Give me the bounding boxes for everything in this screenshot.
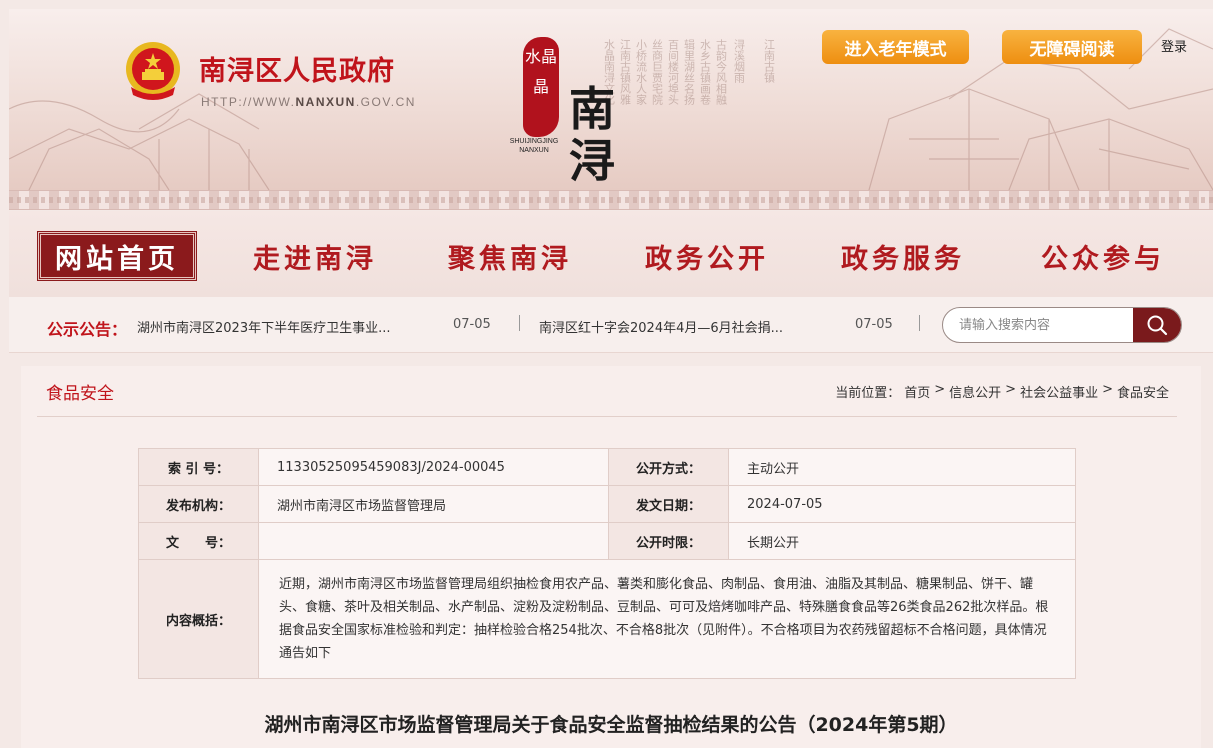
svg-text:辑里湖丝名扬: 辑里湖丝名扬 (683, 38, 696, 106)
table-row: 索 引 号： 11330525095459083J/2024-00045 公开方… (138, 448, 1076, 486)
breadcrumb-separator: > (1005, 382, 1017, 397)
breadcrumb-food-safety[interactable]: 食品安全 (1117, 382, 1169, 401)
publisher-key: 发布机构： (138, 485, 259, 523)
nav-item-about[interactable]: 走进南浔 (235, 232, 395, 280)
open-method-key: 公开方式： (608, 448, 729, 486)
logo-english-text: SHUIJINGJING NANXUN (509, 138, 559, 154)
document-title: 湖州市南浔区市场监督管理局关于食品安全监督抽检结果的公告（2024年第5期） (264, 714, 958, 736)
publisher-value: 湖州市南浔区市场监督管理局 (258, 485, 609, 523)
elder-mode-button[interactable]: 进入老年模式 (822, 30, 969, 64)
breadcrumb: 当前位置： 首页 > 信息公开 > 社会公益事业 > 食品安全 (835, 382, 1169, 401)
search-icon (1147, 315, 1168, 336)
notice-date: 07-05 (855, 317, 893, 332)
table-row: 发布机构： 湖州市南浔区市场监督管理局 发文日期： 2024-07-05 (138, 485, 1076, 523)
summary-key: 内容概括： (138, 559, 259, 679)
login-link[interactable]: 登录 (1161, 36, 1187, 55)
svg-text:丝商巨贾宅院: 丝商巨贾宅院 (651, 39, 664, 105)
summary-value: 近期，湖州市南浔区市场监督管理局组织抽检食用农产品、薯类和膨化食品、肉制品、食用… (258, 559, 1076, 679)
svg-text:水乡古镇画卷: 水乡古镇画卷 (699, 39, 712, 105)
site-header: 水晶南浔文化 江南古镇风雅 小桥流水人家 丝商巨贾宅院 百间楼河埠头 辑里湖丝名… (9, 9, 1213, 190)
open-period-value: 长期公开 (728, 522, 1076, 560)
site-title[interactable]: 南浔区人民政府 (199, 49, 395, 88)
search-button[interactable] (1133, 308, 1181, 342)
doc-number-key: 文 号： (138, 522, 259, 560)
breadcrumb-prefix: 当前位置： (835, 386, 901, 401)
breadcrumb-separator: > (1102, 382, 1113, 397)
notice-label: 公示公告： (47, 320, 128, 339)
svg-text:古韵今风相融: 古韵今风相融 (715, 39, 728, 106)
nav-item-gov-services[interactable]: 政务服务 (823, 232, 983, 280)
nav-item-focus[interactable]: 聚焦南浔 (430, 232, 590, 280)
nav-item-gov-affairs[interactable]: 政务公开 (627, 232, 787, 280)
national-emblem-icon (126, 42, 180, 100)
breadcrumb-info-open[interactable]: 信息公开 (949, 382, 1001, 401)
svg-text:浔溪烟雨: 浔溪烟雨 (733, 39, 746, 84)
notice-item[interactable]: 南浔区红十字会2024年4月—6月社会捐... (539, 317, 809, 336)
decorative-border (9, 190, 1213, 210)
site-url: HTTP://WWW.NANXUN.GOV.CN (201, 95, 416, 109)
content-panel: 食品安全 当前位置： 首页 > 信息公开 > 社会公益事业 > 食品安全 索 引… (21, 366, 1201, 748)
doc-number-value (258, 522, 609, 560)
main-nav: 网站首页 走进南浔 聚焦南浔 政务公开 政务服务 公众参与 (9, 211, 1213, 297)
issue-date-value: 2024-07-05 (728, 485, 1076, 523)
logo-seal: 水晶晶 (523, 37, 559, 137)
notice-separator (919, 315, 920, 331)
notice-separator (519, 315, 520, 331)
search-box (942, 307, 1182, 343)
breadcrumb-public-welfare[interactable]: 社会公益事业 (1020, 382, 1098, 401)
section-title: 食品安全 (46, 384, 114, 404)
breadcrumb-home[interactable]: 首页 (904, 382, 930, 401)
index-number-value: 11330525095459083J/2024-00045 (258, 448, 609, 486)
open-method-value: 主动公开 (728, 448, 1076, 486)
nav-item-home[interactable]: 网站首页 (38, 232, 196, 280)
nav-item-participation[interactable]: 公众参与 (1023, 232, 1183, 280)
logo-calligraphy: 南浔 (569, 82, 615, 188)
accessible-reading-button[interactable]: 无障碍阅读 (1002, 30, 1142, 64)
svg-text:江南古镇: 江南古镇 (763, 39, 776, 84)
notice-bar: 公示公告： 湖州市南浔区2023年下半年医疗卫生事业... 07-05 南浔区红… (9, 297, 1213, 353)
table-row: 文 号： 公开时限： 长期公开 (138, 522, 1076, 560)
index-number-key: 索 引 号： (138, 448, 259, 486)
svg-text:百间楼河埠头: 百间楼河埠头 (667, 39, 680, 105)
nanxun-logo: 水晶晶 SHUIJINGJING NANXUN 南浔 (499, 23, 649, 189)
table-row: 内容概括： 近期，湖州市南浔区市场监督管理局组织抽检食用农产品、薯类和膨化食品、… (138, 559, 1076, 679)
notice-date: 07-05 (453, 317, 491, 332)
divider (37, 416, 1177, 417)
notice-item[interactable]: 湖州市南浔区2023年下半年医疗卫生事业... (137, 317, 417, 336)
breadcrumb-separator: > (934, 382, 946, 397)
search-input[interactable] (943, 308, 1133, 342)
document-meta-table: 索 引 号： 11330525095459083J/2024-00045 公开方… (138, 448, 1076, 679)
open-period-key: 公开时限： (608, 522, 729, 560)
issue-date-key: 发文日期： (608, 485, 729, 523)
